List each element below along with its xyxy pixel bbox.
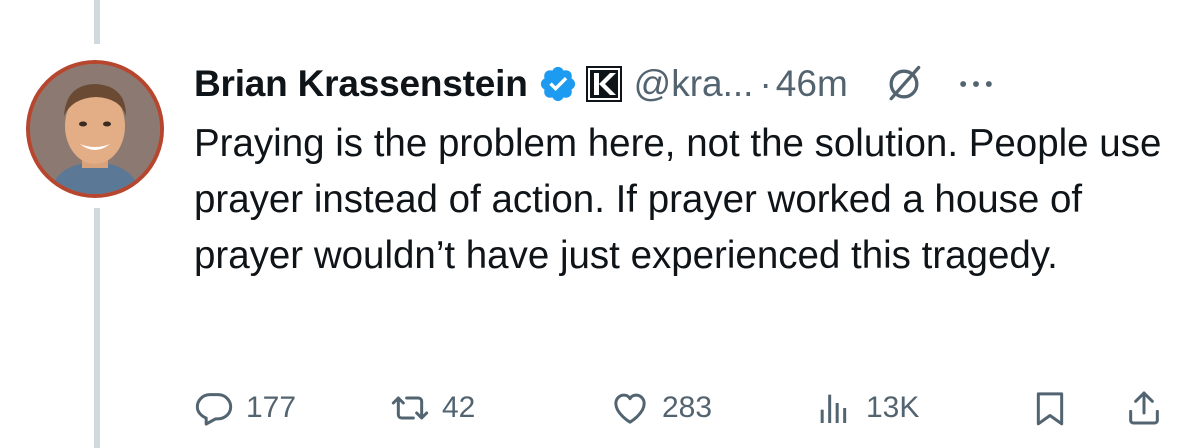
thread-line-bottom: [94, 208, 100, 448]
avatar-image: [30, 64, 160, 194]
bookmark-icon: [1036, 392, 1064, 426]
views-count: 13K: [866, 391, 920, 424]
like-count: 283: [662, 391, 713, 424]
user-handle[interactable]: @kra...: [634, 63, 754, 105]
affiliate-k-icon[interactable]: [585, 66, 622, 102]
repost-count: 42: [442, 391, 476, 424]
verified-badge-icon[interactable]: [538, 64, 578, 104]
timestamp[interactable]: 46m: [776, 63, 848, 105]
more-horizontal-icon[interactable]: [954, 62, 998, 106]
repost-button[interactable]: 42: [390, 380, 475, 436]
tweet-text: Praying is the problem here, not the sol…: [194, 122, 1162, 277]
share-button[interactable]: [1124, 380, 1164, 436]
action-bar: 177 42 283 13K: [194, 380, 1174, 436]
separator-dot: ·: [759, 63, 772, 104]
grok-icon[interactable]: [882, 62, 926, 106]
views-button[interactable]: 13K: [814, 380, 919, 436]
thread-line-top: [94, 0, 100, 44]
share-icon: [1129, 391, 1159, 425]
like-button[interactable]: 283: [610, 380, 712, 436]
display-name[interactable]: Brian Krassenstein: [194, 63, 528, 105]
bookmark-button[interactable]: [1030, 380, 1070, 436]
heart-icon: [614, 393, 646, 424]
avatar[interactable]: [26, 60, 164, 198]
reply-count: 177: [246, 391, 297, 424]
reply-button[interactable]: 177: [194, 380, 296, 436]
repost-icon: [391, 396, 429, 420]
tweet-header: Brian Krassenstein @kra... · 46m: [194, 58, 998, 110]
analytics-icon: [820, 394, 847, 423]
reply-icon: [195, 393, 233, 426]
